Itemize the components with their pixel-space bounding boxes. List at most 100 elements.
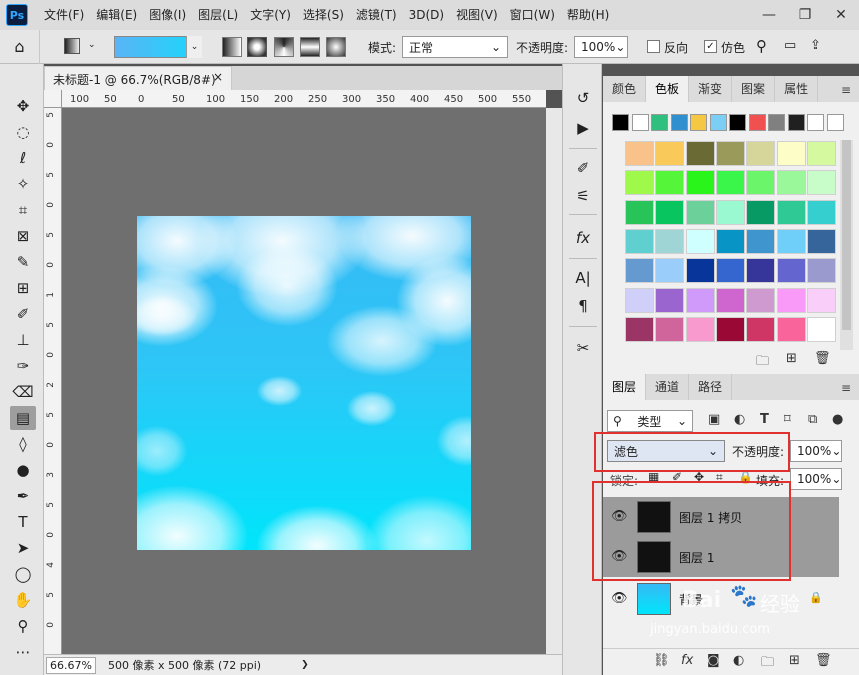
pen-tool-icon[interactable]: ✒ xyxy=(10,484,36,508)
document-tab[interactable]: 未标题-1 @ 66.7%(RGB/8#) * × xyxy=(44,66,232,102)
mask-icon[interactable]: ◙ xyxy=(707,653,720,668)
color-swatch[interactable] xyxy=(776,170,806,196)
color-swatch[interactable] xyxy=(685,170,715,196)
brush-tool-icon[interactable]: ✐ xyxy=(10,302,36,326)
visibility-eye-icon[interactable]: 👁 xyxy=(611,591,628,606)
color-swatch[interactable] xyxy=(715,258,745,284)
color-swatch[interactable] xyxy=(625,199,654,225)
color-swatch[interactable] xyxy=(806,199,836,225)
menu-window[interactable]: 窗口(W) xyxy=(504,0,561,30)
hand-tool-icon[interactable]: ✋ xyxy=(10,588,36,612)
blur-tool-icon[interactable]: ◊ xyxy=(10,432,36,456)
swatches-scrollbar[interactable] xyxy=(840,140,853,350)
diamond-gradient-button[interactable] xyxy=(326,37,346,57)
color-swatch[interactable] xyxy=(655,316,685,342)
recent-swatch[interactable] xyxy=(826,114,844,131)
search-icon[interactable]: ⚲ xyxy=(756,37,767,55)
color-swatch[interactable] xyxy=(685,141,715,166)
panel-menu-icon[interactable]: ≡ xyxy=(841,381,851,395)
color-swatch[interactable] xyxy=(806,228,836,254)
layer-row-background[interactable]: 👁 背景 🔒 xyxy=(603,579,839,619)
color-swatch[interactable] xyxy=(715,287,745,313)
history-brush-tool-icon[interactable]: ✑ xyxy=(10,354,36,378)
layer-filter-select[interactable]: ⚲ 类型 ⌄ xyxy=(607,410,693,432)
group-folder-icon[interactable]: 🗀 xyxy=(761,653,774,675)
recent-swatch[interactable] xyxy=(787,114,805,131)
color-swatch[interactable] xyxy=(746,170,776,196)
color-swatch[interactable] xyxy=(685,199,715,225)
panel-menu-icon[interactable]: ≡ xyxy=(841,83,851,97)
opacity-input[interactable]: 100% ⌄ xyxy=(574,36,628,58)
reverse-checkbox[interactable] xyxy=(647,40,660,53)
color-swatch[interactable] xyxy=(655,141,685,166)
linear-gradient-button[interactable] xyxy=(222,37,242,57)
marquee-tool-icon[interactable]: ◌ xyxy=(10,120,36,144)
color-swatch[interactable] xyxy=(776,258,806,284)
eyedropper-tool-icon[interactable]: ✎ xyxy=(10,250,36,274)
color-swatch[interactable] xyxy=(806,141,836,166)
history-icon[interactable]: ↺ xyxy=(571,86,595,110)
tab-properties[interactable]: 属性 xyxy=(775,76,819,102)
color-swatch[interactable] xyxy=(776,316,806,342)
gradient-tool-icon[interactable]: ▤ xyxy=(10,406,36,430)
color-swatch[interactable] xyxy=(655,287,685,313)
type-tool-icon[interactable]: T xyxy=(10,510,36,534)
restore-button[interactable]: ❐ xyxy=(787,0,823,30)
recent-swatch[interactable] xyxy=(631,114,649,131)
tab-patterns[interactable]: 图案 xyxy=(732,76,776,102)
paragraph-icon[interactable]: ¶ xyxy=(571,294,595,318)
color-swatch[interactable] xyxy=(715,316,745,342)
color-swatch[interactable] xyxy=(685,258,715,284)
magic-wand-tool-icon[interactable]: ✧ xyxy=(10,172,36,196)
color-swatch[interactable] xyxy=(715,199,745,225)
recent-swatch[interactable] xyxy=(748,114,766,131)
recent-swatch[interactable] xyxy=(729,114,746,131)
menu-image[interactable]: 图像(I) xyxy=(143,0,192,30)
color-swatch[interactable] xyxy=(625,287,654,313)
tab-swatches[interactable]: 色板 xyxy=(646,76,690,102)
shape-tool-icon[interactable]: ◯ xyxy=(10,562,36,586)
filter-pixel-icon[interactable]: ▣ xyxy=(708,412,720,427)
move-tool-icon[interactable]: ✥ xyxy=(10,94,36,118)
new-layer-icon[interactable]: ⊞ xyxy=(789,653,800,668)
play-actions-icon[interactable]: ▶ xyxy=(571,116,595,140)
color-swatch[interactable] xyxy=(625,170,654,196)
tab-gradients[interactable]: 渐变 xyxy=(689,76,733,102)
tab-channels[interactable]: 通道 xyxy=(646,374,690,400)
tab-layers[interactable]: 图层 xyxy=(603,374,647,400)
frame-tool-icon[interactable]: ⊠ xyxy=(10,224,36,248)
adjustment-layer-icon[interactable]: ◐ xyxy=(733,653,744,668)
stamp-tool-icon[interactable]: ⊥ xyxy=(10,328,36,352)
crop-tool-icon[interactable]: ⌗ xyxy=(10,198,36,222)
color-swatch[interactable] xyxy=(746,258,776,284)
document-canvas[interactable] xyxy=(137,216,471,550)
menu-select[interactable]: 选择(S) xyxy=(297,0,350,30)
color-swatch[interactable] xyxy=(625,316,654,342)
filter-toggle-icon[interactable]: ● xyxy=(832,412,843,427)
filter-type-icon[interactable]: T xyxy=(760,412,769,427)
color-swatch[interactable] xyxy=(625,258,654,284)
color-swatch[interactable] xyxy=(806,287,836,313)
color-swatch[interactable] xyxy=(625,228,654,254)
menu-help[interactable]: 帮助(H) xyxy=(561,0,615,30)
color-swatch[interactable] xyxy=(685,316,715,342)
color-swatch[interactable] xyxy=(715,228,745,254)
dither-checkbox[interactable]: ✓ xyxy=(704,40,717,53)
adjustments-icon[interactable]: ⚟ xyxy=(571,184,595,208)
menu-file[interactable]: 文件(F) xyxy=(38,0,90,30)
color-swatch[interactable] xyxy=(715,141,745,166)
home-icon[interactable]: ⌂ xyxy=(0,29,40,64)
color-swatch[interactable] xyxy=(625,141,654,166)
recent-swatch[interactable] xyxy=(768,114,785,131)
color-swatch[interactable] xyxy=(655,170,685,196)
layer-name[interactable]: 背景 xyxy=(679,591,703,608)
minimize-button[interactable]: — xyxy=(751,0,787,30)
angle-gradient-button[interactable] xyxy=(274,37,294,57)
chevron-down-icon[interactable]: ⌄ xyxy=(88,40,96,50)
vertical-scrollbar[interactable] xyxy=(546,108,562,654)
color-swatch[interactable] xyxy=(746,316,776,342)
zoom-field[interactable]: 66.67% xyxy=(46,656,96,674)
workspace-icon[interactable]: ▭ xyxy=(784,38,796,53)
menu-layer[interactable]: 图层(L) xyxy=(192,0,244,30)
close-tab-icon[interactable]: × xyxy=(213,70,223,84)
